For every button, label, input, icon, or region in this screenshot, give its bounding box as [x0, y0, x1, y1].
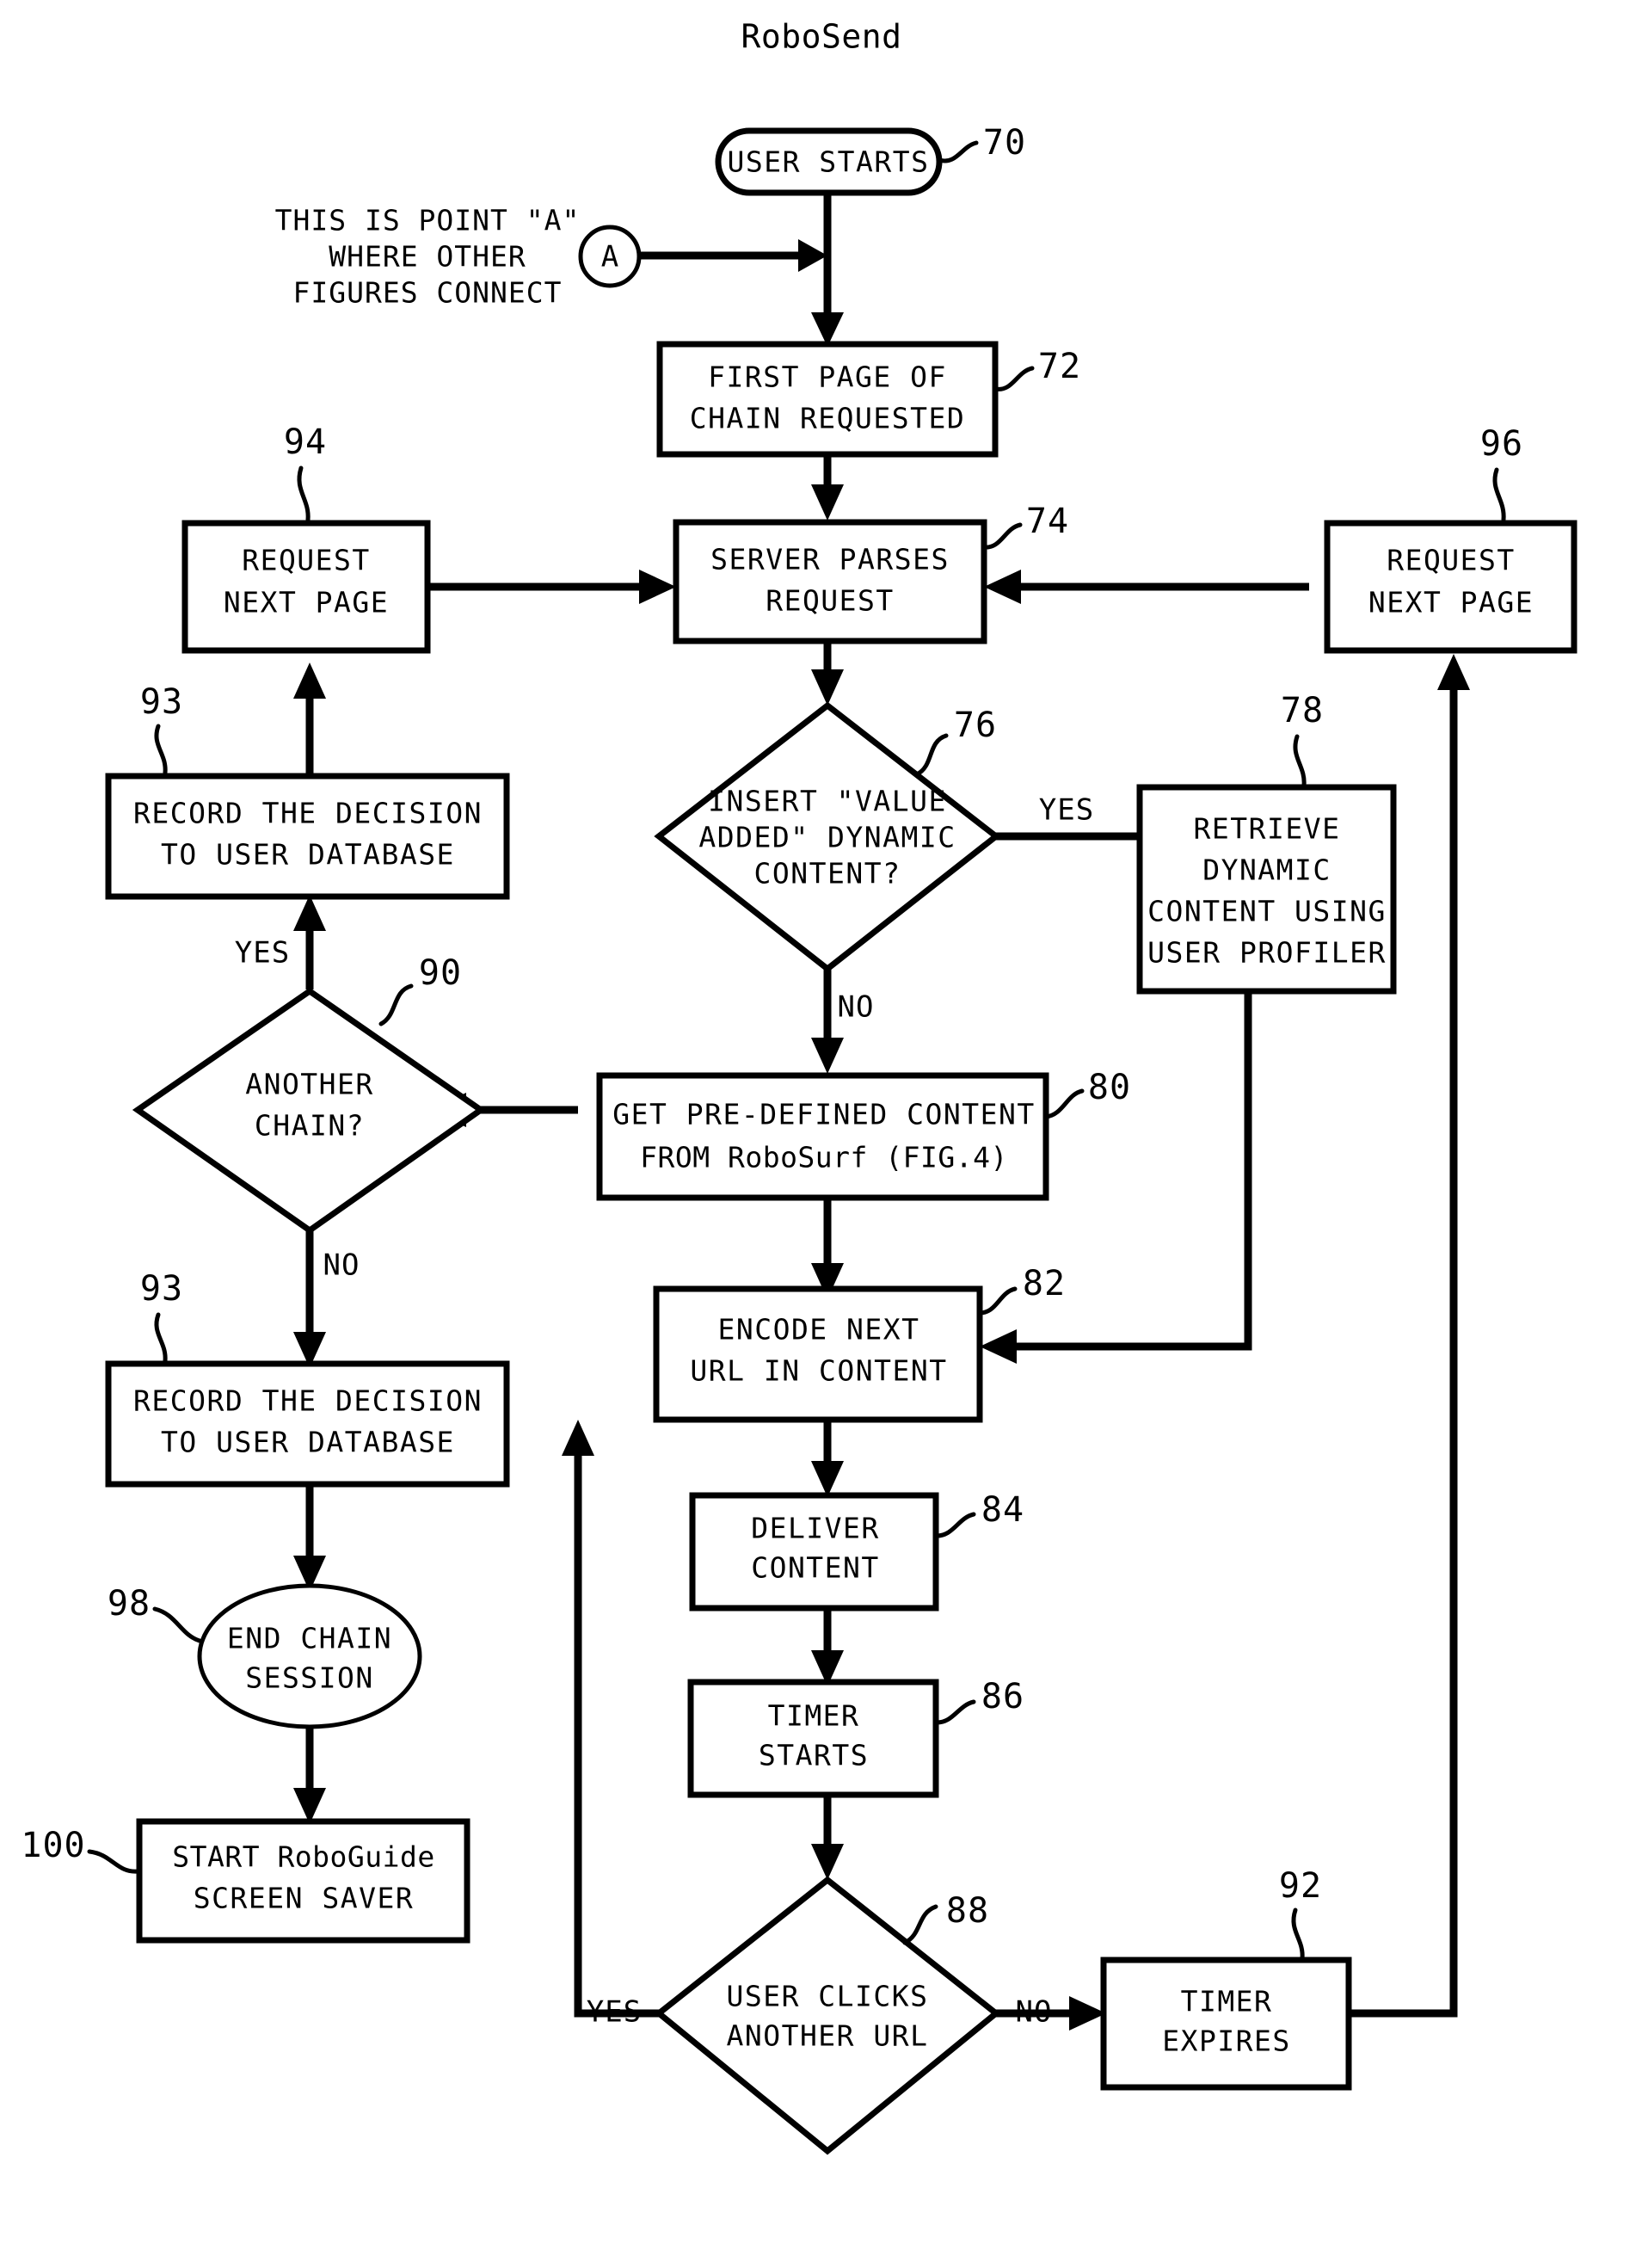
node-record-decision-upper-line1: RECORD THE DECISION — [133, 797, 483, 830]
node-deliver-content-line2: CONTENT — [751, 1551, 880, 1585]
node-record-decision-lower — [105, 1360, 510, 1488]
node-timer-expires-line1: TIMER — [1181, 1985, 1273, 2018]
point-a-note-line1: THIS IS POINT "A" — [275, 204, 581, 237]
node-timer-starts-line1: TIMER — [768, 1699, 860, 1733]
edge-request-next-page-right-to-server — [984, 570, 1309, 604]
ref-96: 96 — [1480, 424, 1523, 464]
ref-76: 76 — [954, 706, 997, 745]
node-start-roboguide-line1: START RoboGuide — [172, 1840, 435, 1874]
figure-title: RoboSend — [741, 18, 901, 56]
edge-label-chain-yes: YES — [235, 936, 290, 971]
edge-user-starts-to-first-page — [811, 189, 844, 347]
node-server-parses-request — [673, 519, 987, 644]
ref-88: 88 — [946, 1891, 989, 1931]
node-retrieve-dynamic-line4: USER PROFILER — [1147, 936, 1387, 970]
node-record-decision-upper-line2: TO USER DATABASE — [161, 838, 455, 872]
ref-84: 84 — [981, 1490, 1024, 1530]
node-record-decision-lower-line1: RECORD THE DECISION — [133, 1384, 483, 1418]
edge-label-clicks-no: NO — [1016, 1995, 1053, 2030]
ref-80: 80 — [1088, 1068, 1131, 1107]
ref-72: 72 — [1038, 347, 1081, 386]
edge-label-dynamic-yes: YES — [1039, 793, 1094, 828]
edge-user-clicks-yes-to-encode — [562, 1420, 660, 2018]
node-insert-dynamic-line3: CONTENT? — [754, 857, 901, 891]
node-get-predefined-line1: GET PRE-DEFINED CONTENT — [612, 1098, 1035, 1131]
connector-a-label: A — [601, 240, 618, 274]
edge-another-chain-no-to-record-lower — [293, 1230, 326, 1368]
node-retrieve-dynamic-line3: CONTENT USING — [1147, 895, 1387, 928]
patent-figure-robosend: RoboSend THIS IS POINT "A" WHERE OTHER F… — [0, 0, 1642, 2268]
node-first-page-line2: CHAIN REQUESTED — [690, 402, 966, 435]
node-user-clicks-line1: USER CLICKS — [726, 1980, 928, 2013]
point-a-note-line3: FIGURES CONNECT — [292, 276, 562, 310]
node-get-predefined-line2: FROM RoboSurf (FIG.4) — [640, 1141, 1008, 1174]
node-retrieve-dynamic-line1: RETRIEVE — [1194, 812, 1341, 846]
edge-record-upper-to-request-next-page-left — [293, 663, 326, 774]
node-request-next-page-left-line1: REQUEST — [242, 544, 371, 577]
edge-first-page-to-server-parses — [811, 453, 844, 521]
ref-74: 74 — [1026, 502, 1069, 541]
ref-100: 100 — [21, 1826, 85, 1865]
node-record-decision-upper — [105, 773, 510, 900]
edge-end-chain-to-start-roboguide — [293, 1725, 326, 1824]
ref-92: 92 — [1279, 1866, 1322, 1906]
edge-label-chain-no: NO — [323, 1248, 360, 1283]
edge-label-clicks-yes: YES — [587, 1995, 642, 2030]
node-encode-next-url-line2: URL IN CONTENT — [690, 1354, 947, 1388]
node-end-chain-session — [197, 1583, 422, 1729]
node-server-parses-line2: REQUEST — [766, 584, 895, 618]
ref-70: 70 — [983, 123, 1026, 163]
node-get-predefined-content — [596, 1072, 1049, 1201]
node-insert-dynamic-line1: INSERT "VALUE — [708, 785, 947, 818]
ref-93-lower: 93 — [140, 1269, 183, 1309]
node-request-next-page-left-line2: NEXT PAGE — [224, 586, 389, 619]
node-another-chain-line2: CHAIN? — [255, 1109, 365, 1143]
node-timer-expires-line2: EXPIRES — [1162, 2025, 1291, 2058]
node-request-next-page-right-line2: NEXT PAGE — [1368, 586, 1534, 619]
node-retrieve-dynamic-line2: DYNAMIC — [1202, 854, 1331, 887]
point-a-note-line2: WHERE OTHER — [329, 240, 526, 274]
node-request-next-page-right-line1: REQUEST — [1387, 544, 1516, 577]
node-end-chain-session-line2: SESSION — [245, 1661, 374, 1695]
node-end-chain-session-line1: END CHAIN — [227, 1622, 392, 1655]
node-server-parses-line1: SERVER PARSES — [710, 543, 950, 576]
edge-label-dynamic-no: NO — [838, 990, 875, 1025]
edge-record-lower-to-end-chain — [293, 1482, 326, 1592]
ref-78: 78 — [1281, 691, 1324, 730]
ref-86: 86 — [981, 1677, 1024, 1716]
ref-90: 90 — [419, 953, 462, 993]
node-another-chain-line1: ANOTHER — [245, 1068, 374, 1101]
edge-timer-starts-to-user-clicks — [811, 1795, 844, 1880]
node-deliver-content-line1: DELIVER — [751, 1512, 880, 1545]
edge-get-predefined-to-encode — [811, 1198, 844, 1299]
edge-encode-to-deliver — [811, 1418, 844, 1497]
node-timer-starts-line2: STARTS — [759, 1739, 869, 1772]
ref-82: 82 — [1023, 1264, 1066, 1303]
node-start-roboguide-line2: SCREEN SAVER — [194, 1882, 414, 1915]
connector-a-to-spine — [628, 239, 827, 272]
node-encode-next-url-line1: ENCODE NEXT — [717, 1313, 919, 1347]
node-record-decision-lower-line2: TO USER DATABASE — [161, 1426, 455, 1459]
edge-server-to-insert-dynamic — [811, 641, 844, 706]
edge-request-next-page-left-to-server — [427, 570, 676, 604]
edge-another-chain-yes-to-record-upper — [293, 895, 326, 989]
flowchart-canvas: RoboSend THIS IS POINT "A" WHERE OTHER F… — [21, 18, 1577, 2155]
node-first-page-line1: FIRST PAGE OF — [708, 361, 947, 394]
node-insert-dynamic-line2: ADDED" DYNAMIC — [698, 821, 956, 854]
edge-deliver-to-timer-starts — [811, 1608, 844, 1686]
ref-94: 94 — [284, 422, 327, 462]
ref-98: 98 — [108, 1584, 151, 1624]
ref-93-upper: 93 — [140, 682, 183, 722]
node-user-starts-label: USER STARTS — [727, 145, 929, 179]
node-user-clicks-line2: ANOTHER URL — [726, 2019, 928, 2053]
